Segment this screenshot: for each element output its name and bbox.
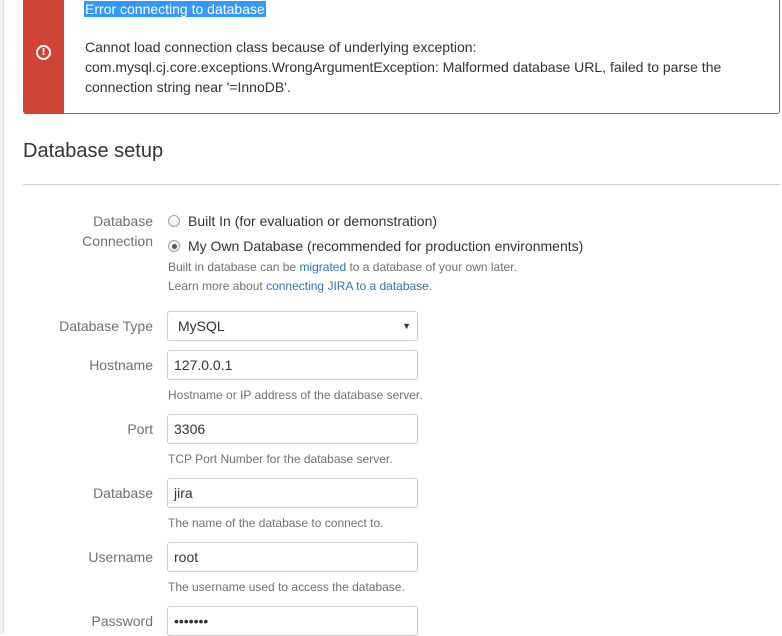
- connection-help-migrate: Built in database can be migrated to a d…: [168, 259, 517, 275]
- hostname-label: Hostname: [89, 357, 153, 373]
- radio-built-in-button[interactable]: [168, 215, 180, 227]
- error-title: Error connecting to database: [84, 1, 266, 17]
- port-help: TCP Port Number for the database server.: [168, 452, 393, 466]
- help-learn-suffix: .: [428, 279, 433, 293]
- database-type-select[interactable]: MySQL ▼: [167, 311, 418, 341]
- radio-own-database[interactable]: My Own Database (recommended for product…: [168, 236, 583, 256]
- database-name-help: The name of the database to connect to.: [168, 516, 384, 530]
- exclamation-circle-icon: !: [36, 45, 51, 60]
- username-input[interactable]: root: [167, 542, 418, 572]
- port-label: Port: [127, 421, 153, 437]
- migrated-link[interactable]: migrated: [299, 260, 346, 274]
- username-label: Username: [88, 549, 153, 565]
- help-migrate-suffix: to a database of your own later.: [346, 260, 517, 274]
- password-input[interactable]: •••••••: [167, 606, 418, 636]
- connecting-jira-link[interactable]: connecting JIRA to a database: [266, 279, 429, 293]
- username-help: The username used to access the database…: [168, 580, 405, 594]
- radio-built-in-label: Built In (for evaluation or demonstratio…: [188, 213, 438, 229]
- password-label: Password: [91, 613, 153, 629]
- connection-help-learn-more: Learn more about connecting JIRA to a da…: [168, 278, 432, 294]
- help-migrate-prefix: Built in database can be: [168, 260, 300, 274]
- radio-own-database-button[interactable]: [168, 240, 180, 252]
- radio-own-database-label: My Own Database (recommended for product…: [188, 238, 584, 254]
- page-left-border: [0, 0, 4, 633]
- port-input[interactable]: 3306: [167, 414, 418, 444]
- database-name-input[interactable]: jira: [167, 478, 418, 508]
- error-message-text: Cannot load connection class because of …: [85, 39, 722, 95]
- hostname-input[interactable]: 127.0.0.1: [167, 350, 418, 380]
- page-title: Database setup: [23, 140, 164, 162]
- database-type-value: MySQL: [178, 318, 225, 334]
- error-message-panel: ! Error connecting to database Cannot lo…: [23, 0, 780, 114]
- database-name-label: Database: [93, 485, 153, 501]
- hostname-help: Hostname or IP address of the database s…: [168, 388, 423, 402]
- database-type-label: Database Type: [59, 318, 153, 334]
- help-learn-prefix: Learn more about: [168, 279, 267, 293]
- database-connection-label-line2: Connection: [82, 233, 153, 249]
- error-gutter: !: [24, 0, 64, 113]
- chevron-down-icon: ▼: [402, 321, 411, 331]
- radio-built-in[interactable]: Built In (for evaluation or demonstratio…: [168, 211, 437, 231]
- section-divider: [23, 184, 780, 185]
- database-connection-label-line1: Database: [93, 213, 153, 229]
